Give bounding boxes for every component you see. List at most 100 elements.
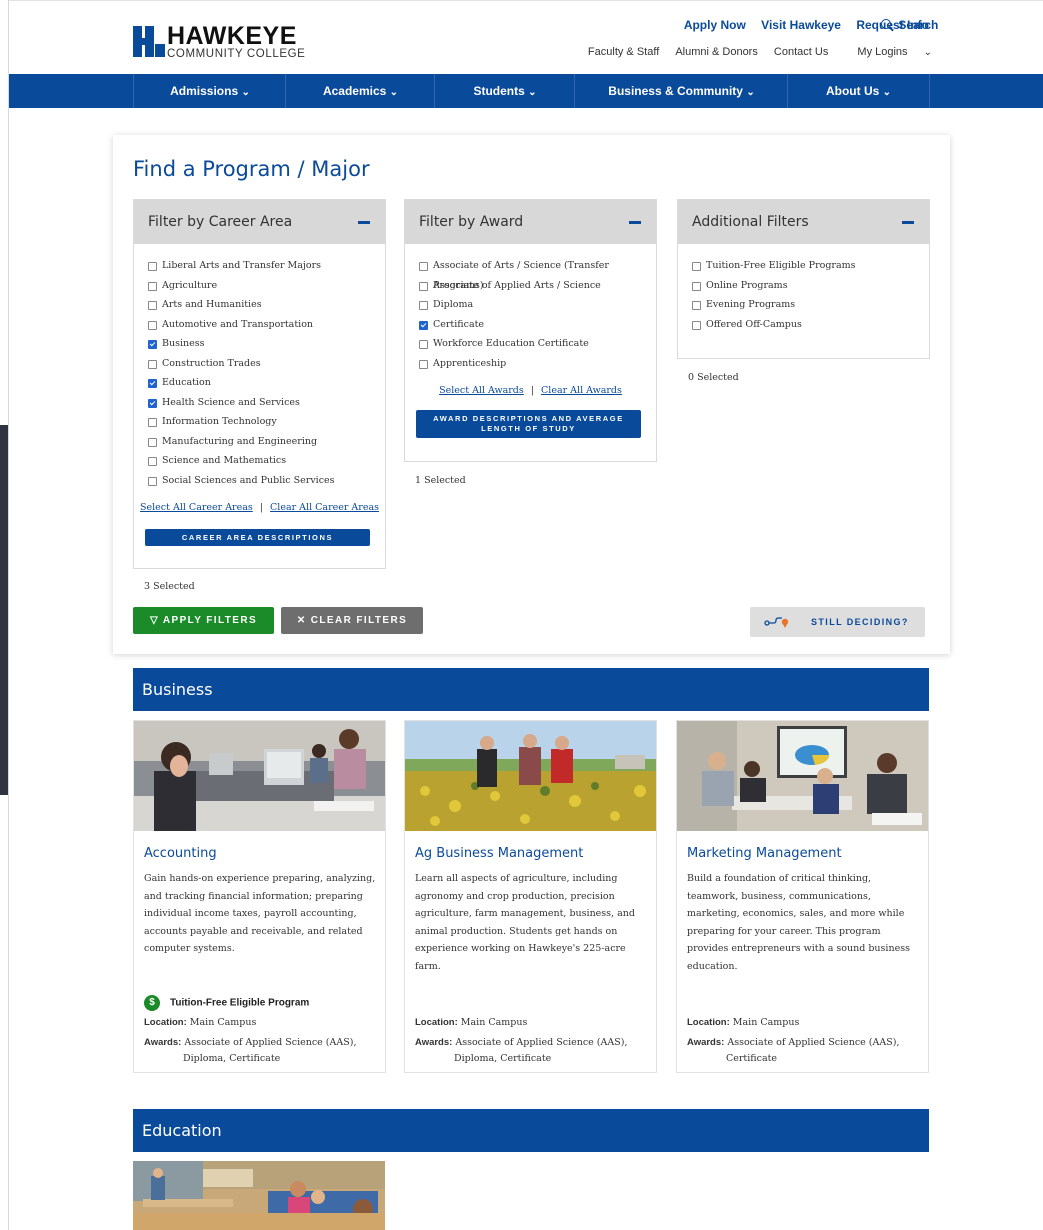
nav-students[interactable]: Students ⌄ [434,74,575,108]
alumni-donors-link[interactable]: Alumni & Donors [675,46,758,58]
checkbox-checked[interactable] [148,379,157,388]
additional-filters-panel-header[interactable]: Additional Filters [678,200,929,244]
award-panel-header[interactable]: Filter by Award [405,200,656,244]
collapse-icon[interactable] [629,221,641,224]
checkbox[interactable] [692,320,701,330]
checkbox[interactable] [692,281,701,291]
award-descriptions-button[interactable]: AWARD DESCRIPTIONS AND AVERAGE LENGTH OF… [416,410,641,438]
program-card-ag-business-management[interactable]: Ag Business Management Learn all aspects… [404,720,657,1073]
award-option[interactable]: Associate of Arts / Science (Transfer Pr… [405,256,656,291]
career-area-panel-header[interactable]: Filter by Career Area [134,200,385,244]
career-area-option-label: Information Technology [162,416,277,427]
checkbox[interactable] [148,437,157,447]
career-area-option[interactable]: Liberal Arts and Transfer Majors [134,256,385,276]
select-all-awards-link[interactable]: Select All Awards [439,385,524,396]
checkbox[interactable] [148,262,157,271]
checkbox[interactable] [419,281,428,291]
filter-icon: ▽ [149,615,160,626]
program-card-marketing-management[interactable]: Marketing Management Build a foundation … [676,720,929,1073]
contact-us-link[interactable]: Contact Us [774,46,828,58]
additional-filter-option-label: Tuition-Free Eligible Programs [706,260,856,271]
checkbox-checked[interactable] [148,340,157,349]
faculty-staff-link[interactable]: Faculty & Staff [588,46,659,58]
apply-filters-label: APPLY FILTERS [162,615,258,626]
location-label: Location: [687,1017,730,1028]
my-logins-menu[interactable]: My Logins ⌄ [844,46,932,58]
checkbox[interactable] [419,301,428,310]
clear-all-career-areas-link[interactable]: Clear All Career Areas [270,502,379,513]
visit-hawkeye-link[interactable]: Visit Hawkeye [761,18,841,32]
nav-business-community[interactable]: Business & Community ⌄ [574,74,788,108]
career-area-option[interactable]: Social Sciences and Public Services [134,471,385,491]
career-area-option[interactable]: Automotive and Transportation [134,315,385,335]
clear-filters-button[interactable]: ✕ CLEAR FILTERS [281,607,423,634]
career-area-option[interactable]: Construction Trades [134,354,385,374]
checkbox-checked[interactable] [148,398,157,408]
clear-all-awards-link[interactable]: Clear All Awards [541,385,622,396]
apply-now-link[interactable]: Apply Now [684,18,746,32]
apply-filters-button[interactable]: ▽ APPLY FILTERS [133,607,274,634]
awards-continuation: Diploma, Certificate [183,1053,281,1064]
search-link[interactable]: Search [881,18,938,32]
additional-filter-option[interactable]: Offered Off-Campus [678,315,929,335]
tuition-free-badge: $ Tuition-Free Eligible Program [144,995,309,1011]
award-option[interactable]: Apprenticeship [405,354,656,374]
still-deciding-button[interactable]: STILL DECIDING? [750,607,925,637]
program-title[interactable]: Accounting [144,846,217,861]
checkbox[interactable] [692,301,701,310]
checkbox-checked[interactable] [419,320,428,330]
checkbox[interactable] [148,281,157,291]
program-description: Gain hands-on experience preparing, anal… [144,873,376,954]
career-area-option[interactable]: Science and Mathematics [134,451,385,471]
route-icon [764,617,789,628]
career-area-option[interactable]: Education [134,373,385,393]
additional-filter-option[interactable]: Online Programs [678,276,929,296]
career-area-option-label: Social Sciences and Public Services [162,474,335,486]
page-title: Find a Program / Major [133,157,370,181]
clear-filters-label: CLEAR FILTERS [310,615,408,626]
career-area-option[interactable]: Information Technology [134,412,385,432]
select-all-career-areas-link[interactable]: Select All Career Areas [140,502,253,513]
career-area-option-label: Health Science and Services [162,396,300,408]
career-area-option[interactable]: Agriculture [134,276,385,296]
program-image[interactable] [133,1161,385,1230]
college-logo[interactable]: HAWKEYE COMMUNITY COLLEGE [133,22,308,60]
career-area-option[interactable]: Health Science and Services [134,393,385,413]
checkbox[interactable] [148,320,157,330]
program-card-accounting[interactable]: Accounting Gain hands-on experience prep… [133,720,386,1073]
award-option[interactable]: Workforce Education Certificate [405,334,656,354]
career-area-descriptions-button[interactable]: CAREER AREA DESCRIPTIONS [145,529,370,546]
awards-label: Awards: [415,1037,453,1048]
additional-filter-option[interactable]: Tuition-Free Eligible Programs [678,256,929,276]
award-options: Associate of Arts / Science (Transfer Pr… [405,244,656,373]
program-finder: Find a Program / Major Filter by Career … [113,135,950,654]
checkbox[interactable] [148,418,157,427]
checkbox[interactable] [148,476,157,486]
checkbox[interactable] [148,301,157,310]
window-left-border [8,0,9,1230]
nav-about-us[interactable]: About Us ⌄ [787,74,930,108]
checkbox[interactable] [692,262,701,271]
collapse-icon[interactable] [358,221,370,224]
program-title[interactable]: Marketing Management [687,846,842,861]
award-option[interactable]: Certificate [405,315,656,335]
collapse-icon[interactable] [902,221,914,224]
award-option[interactable]: Diploma [405,295,656,315]
additional-filter-option[interactable]: Evening Programs [678,295,929,315]
award-panel-title: Filter by Award [419,214,524,230]
career-area-option-label: Science and Mathematics [162,455,287,466]
career-area-option[interactable]: Business [134,334,385,354]
career-area-option[interactable]: Manufacturing and Engineering [134,432,385,452]
award-option[interactable]: Associate of Applied Arts / Science [405,276,656,296]
checkbox[interactable] [419,340,428,349]
checkbox[interactable] [148,457,157,466]
checkbox[interactable] [148,359,157,369]
program-image [677,721,928,831]
nav-academics[interactable]: Academics ⌄ [285,74,435,108]
nav-admissions[interactable]: Admissions ⌄ [133,74,286,108]
award-selected-count: 1 Selected [415,475,466,486]
career-area-option[interactable]: Arts and Humanities [134,295,385,315]
checkbox[interactable] [419,262,428,271]
checkbox[interactable] [419,359,428,369]
program-title[interactable]: Ag Business Management [415,846,583,861]
